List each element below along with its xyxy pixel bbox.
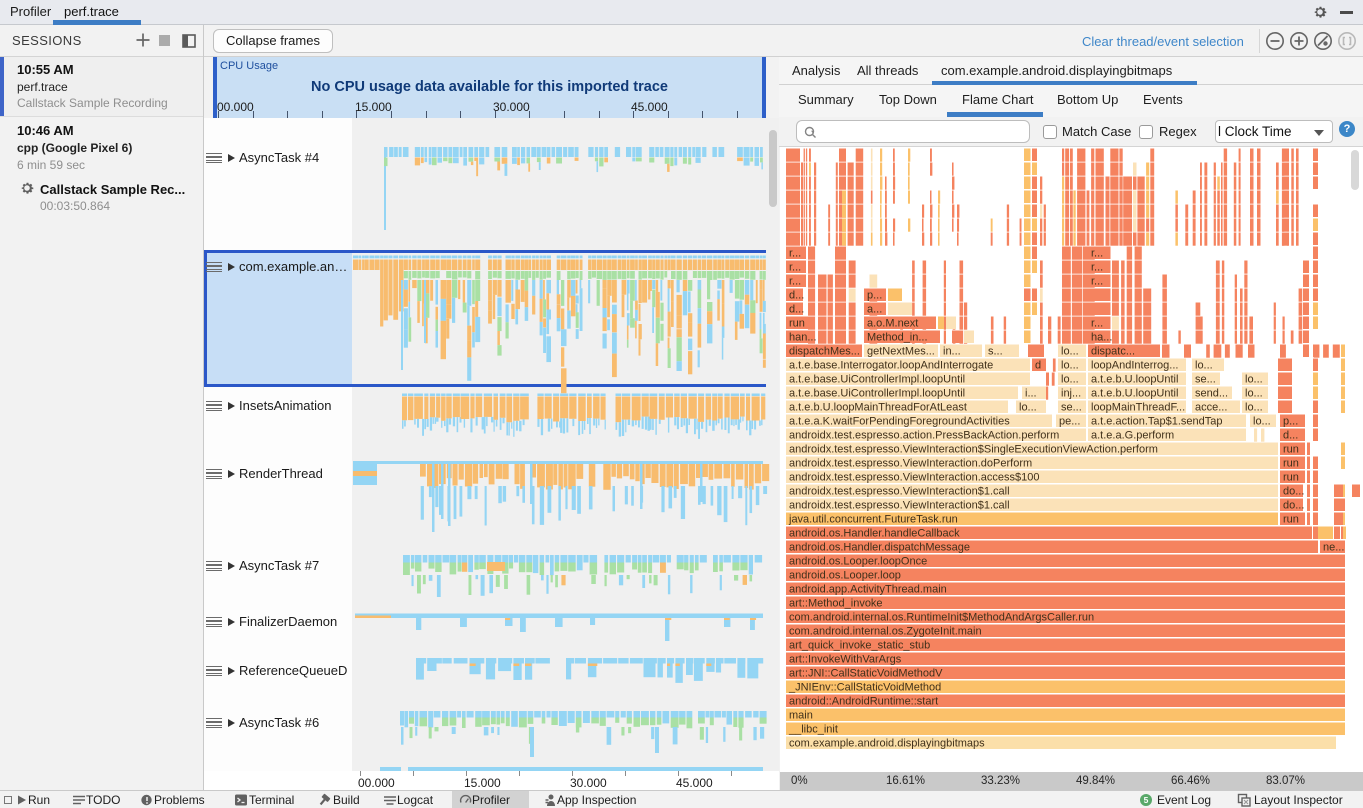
svg-text:lo...: lo...: [1061, 346, 1079, 358]
svg-text:lo...: lo...: [1195, 360, 1213, 372]
svg-text:com.example.android.displaying: com.example.android.displayingbitmaps: [789, 738, 985, 750]
svg-text:android::AndroidRuntime::start: android::AndroidRuntime::start: [789, 696, 938, 708]
svg-text:a...: a...: [867, 304, 882, 316]
svg-text:android.os.Looper.loop: android.os.Looper.loop: [789, 570, 901, 582]
svg-text:main: main: [789, 710, 813, 722]
svg-text:dispatc...: dispatc...: [1091, 346, 1135, 358]
svg-text:androidx.test.espresso.ViewInt: androidx.test.espresso.ViewInteraction$1…: [789, 486, 1010, 498]
svg-text:s...: s...: [988, 346, 1003, 358]
svg-text:a.t.e.base.UiControllerImpl.lo: a.t.e.base.UiControllerImpl.loopUntil: [789, 388, 965, 400]
svg-text:do...: do...: [1283, 486, 1304, 498]
svg-text:art_quick_invoke_static_stub: art_quick_invoke_static_stub: [789, 640, 930, 652]
svg-text:r...: r...: [789, 262, 801, 274]
svg-text:art::JNI::CallStaticVoidMethod: art::JNI::CallStaticVoidMethodV: [789, 668, 943, 680]
svg-text:getNextMes...: getNextMes...: [867, 346, 935, 358]
svg-text:r...: r...: [1091, 262, 1103, 274]
svg-text:5: 5: [1144, 795, 1149, 805]
svg-text:d...: d...: [789, 290, 804, 302]
svg-text:art::InvokeWithVarArgs: art::InvokeWithVarArgs: [789, 654, 902, 666]
svg-text:__libc_init: __libc_init: [788, 724, 838, 736]
svg-text:com.android.internal.os.Runtim: com.android.internal.os.RuntimeInit$Meth…: [789, 612, 1094, 624]
svg-text:a.t.e.action.Tap$1.sendTap: a.t.e.action.Tap$1.sendTap: [1091, 416, 1222, 428]
svg-text:com.android.internal.os.Zygote: com.android.internal.os.ZygoteInit.main: [789, 626, 982, 638]
svg-text:_JNIEnv::CallStaticVoidMethod: _JNIEnv::CallStaticVoidMethod: [788, 682, 941, 694]
svg-text:do...: do...: [1283, 500, 1304, 512]
svg-text:androidx.test.espresso.ViewInt: androidx.test.espresso.ViewInteraction$S…: [789, 444, 1158, 456]
svg-text:run: run: [1283, 444, 1299, 456]
svg-text:run: run: [1283, 458, 1299, 470]
svg-text:a.t.e.a.G.perform: a.t.e.a.G.perform: [1091, 430, 1174, 442]
svg-text:se...: se...: [1061, 402, 1082, 414]
svg-text:a.o.M.next: a.o.M.next: [867, 318, 918, 330]
svg-text:r...: r...: [789, 276, 801, 288]
svg-text:a.t.e.b.U.loopUntil: a.t.e.b.U.loopUntil: [1091, 388, 1178, 400]
svg-text:send...: send...: [1195, 388, 1228, 400]
svg-text:android.app.ActivityThread.mai: android.app.ActivityThread.main: [789, 584, 947, 596]
svg-text:ne...: ne...: [1323, 542, 1344, 554]
svg-text:androidx.test.espresso.action.: androidx.test.espresso.action.PressBackA…: [789, 430, 1059, 442]
svg-text:se...: se...: [1195, 374, 1216, 386]
svg-text:p...: p...: [867, 290, 882, 302]
svg-text:android.os.Handler.handleCallb: android.os.Handler.handleCallback: [789, 528, 960, 540]
svg-text:run: run: [1283, 472, 1299, 484]
svg-text:i...: i...: [1025, 388, 1037, 400]
svg-text:a.t.e.base.UiControllerImpl.lo: a.t.e.base.UiControllerImpl.loopUntil: [789, 374, 965, 386]
svg-text:pe...: pe...: [1059, 416, 1080, 428]
svg-text:run: run: [789, 318, 805, 330]
svg-text:androidx.test.espresso.ViewInt: androidx.test.espresso.ViewInteraction.a…: [789, 472, 1040, 484]
svg-text:r...: r...: [789, 248, 801, 260]
svg-text:android.os.Looper.loopOnce: android.os.Looper.loopOnce: [789, 556, 927, 568]
svg-text:lo...: lo...: [1019, 402, 1037, 414]
svg-text:java.util.concurrent.FutureTas: java.util.concurrent.FutureTask.run: [788, 514, 958, 526]
svg-text:d: d: [1035, 360, 1041, 372]
svg-text:r...: r...: [1091, 276, 1103, 288]
svg-text:lo...: lo...: [1061, 360, 1079, 372]
svg-text:androidx.test.espresso.ViewInt: androidx.test.espresso.ViewInteraction$1…: [789, 500, 1010, 512]
svg-text:lo...: lo...: [1253, 416, 1271, 428]
svg-text:lo...: lo...: [1245, 402, 1263, 414]
svg-text:loopMainThreadF...: loopMainThreadF...: [1091, 402, 1185, 414]
svg-text:lo...: lo...: [1245, 374, 1263, 386]
svg-text:lo...: lo...: [1061, 374, 1079, 386]
svg-text:ha...: ha...: [1091, 332, 1112, 344]
svg-text:in...: in...: [943, 346, 961, 358]
svg-text:a.t.e.b.U.loopUntil: a.t.e.b.U.loopUntil: [1091, 374, 1178, 386]
svg-text:r...: r...: [1091, 248, 1103, 260]
svg-text:a.t.e.a.K.waitForPendingForegr: a.t.e.a.K.waitForPendingForegroundActivi…: [789, 416, 1010, 428]
svg-text:art::Method_invoke: art::Method_invoke: [789, 598, 883, 610]
svg-text:dispatchMes...: dispatchMes...: [789, 346, 860, 358]
svg-text:p...: p...: [1283, 416, 1298, 428]
svg-text:han...: han...: [789, 332, 817, 344]
svg-text:Method_in...: Method_in...: [867, 332, 928, 344]
svg-text:r...: r...: [1091, 318, 1103, 330]
svg-text:acce...: acce...: [1195, 402, 1227, 414]
svg-text:lo...: lo...: [1245, 388, 1263, 400]
svg-text:a.t.e.base.Interrogator.loopAn: a.t.e.base.Interrogator.loopAndInterroga…: [789, 360, 993, 372]
svg-text:d...: d...: [789, 304, 804, 316]
svg-text:androidx.test.espresso.ViewInt: androidx.test.espresso.ViewInteraction.d…: [789, 458, 1032, 470]
svg-text:inj...: inj...: [1061, 388, 1081, 400]
svg-text:run: run: [1283, 514, 1299, 526]
svg-text:a.t.e.b.U.loopMainThreadForAtL: a.t.e.b.U.loopMainThreadForAtLeast: [789, 402, 967, 414]
svg-text:android.os.Handler.dispatchMes: android.os.Handler.dispatchMessage: [789, 542, 970, 554]
svg-text:d...: d...: [1283, 430, 1298, 442]
svg-text:loopAndInterrog...: loopAndInterrog...: [1091, 360, 1178, 372]
